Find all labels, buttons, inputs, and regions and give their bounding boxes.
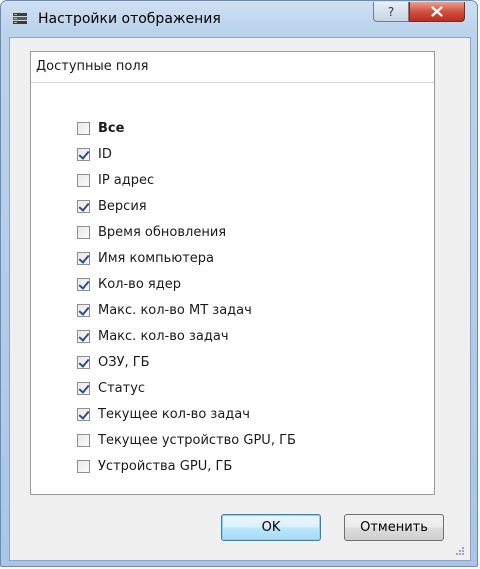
checkbox[interactable] xyxy=(77,433,90,447)
checkbox-label[interactable]: ОЗУ, ГБ xyxy=(98,355,150,370)
field-checkbox-item[interactable]: ОЗУ, ГБ xyxy=(77,350,150,374)
help-icon: ? xyxy=(387,4,395,19)
checkbox-label[interactable]: Текущее кол-во задач xyxy=(98,407,250,422)
checkbox-label[interactable]: Имя компьютера xyxy=(98,251,214,266)
cancel-button[interactable]: Отменить xyxy=(344,514,444,541)
field-checkbox-item[interactable]: Статус xyxy=(77,376,145,400)
window-title: Настройки отображения xyxy=(38,11,221,27)
field-checkbox-item[interactable]: Текущее устройство GPU, ГБ xyxy=(77,428,296,452)
checkbox-label[interactable]: IP адрес xyxy=(98,173,154,188)
checkbox-label[interactable]: Статус xyxy=(98,381,145,396)
field-checkbox-item[interactable]: Кол-во ядер xyxy=(77,272,181,296)
checkbox[interactable] xyxy=(77,147,90,161)
checkbox[interactable] xyxy=(77,407,90,421)
checkbox-label[interactable]: Макс. кол-во МТ задач xyxy=(98,303,252,318)
title-bar[interactable]: Настройки отображения ? xyxy=(1,1,477,37)
close-icon xyxy=(431,6,443,17)
field-checkbox-item[interactable]: Версия xyxy=(77,194,147,218)
ok-button[interactable]: OK xyxy=(221,514,321,541)
checkbox[interactable] xyxy=(77,355,90,369)
help-button[interactable]: ? xyxy=(373,2,409,22)
checkbox[interactable] xyxy=(77,381,90,395)
checkbox[interactable] xyxy=(77,277,90,291)
checkbox[interactable] xyxy=(77,459,90,473)
checkbox-label[interactable]: Макс. кол-во задач xyxy=(98,329,229,344)
app-icon xyxy=(13,13,27,24)
dialog-window: Настройки отображения ? Доступные поля В… xyxy=(0,0,478,567)
field-checkbox-item[interactable]: IP адрес xyxy=(77,168,154,192)
group-header: Доступные поля xyxy=(31,52,434,83)
field-checkbox-item[interactable]: Время обновления xyxy=(77,220,226,244)
checkbox-label[interactable]: Время обновления xyxy=(98,225,226,240)
field-checkbox-item[interactable]: Имя компьютера xyxy=(77,246,214,270)
checkbox[interactable] xyxy=(77,303,90,317)
checkbox-label[interactable]: Устройства GPU, ГБ xyxy=(98,459,232,474)
close-button[interactable] xyxy=(409,2,465,22)
field-checkbox-item[interactable]: Макс. кол-во задач xyxy=(77,324,229,348)
checkbox[interactable] xyxy=(77,121,90,135)
checkbox[interactable] xyxy=(77,173,90,187)
field-checkbox-item[interactable]: ID xyxy=(77,142,112,166)
checkbox-label[interactable]: Текущее устройство GPU, ГБ xyxy=(98,433,296,448)
checkbox[interactable] xyxy=(77,251,90,265)
field-checkbox-item[interactable]: Все xyxy=(77,116,124,140)
field-checkbox-item[interactable]: Текущее кол-во задач xyxy=(77,402,250,426)
resize-grip-icon[interactable] xyxy=(455,546,465,556)
field-checkbox-item[interactable]: Устройства GPU, ГБ xyxy=(77,454,232,478)
checkbox[interactable] xyxy=(77,329,90,343)
checkbox-label[interactable]: ID xyxy=(98,147,112,162)
group-title: Доступные поля xyxy=(36,59,149,74)
checkbox[interactable] xyxy=(77,225,90,239)
checkbox-label[interactable]: Все xyxy=(98,121,124,136)
checkbox-label[interactable]: Кол-во ядер xyxy=(98,277,181,292)
checkbox[interactable] xyxy=(77,199,90,213)
field-checkbox-item[interactable]: Макс. кол-во МТ задач xyxy=(77,298,252,322)
checkbox-label[interactable]: Версия xyxy=(98,199,147,214)
